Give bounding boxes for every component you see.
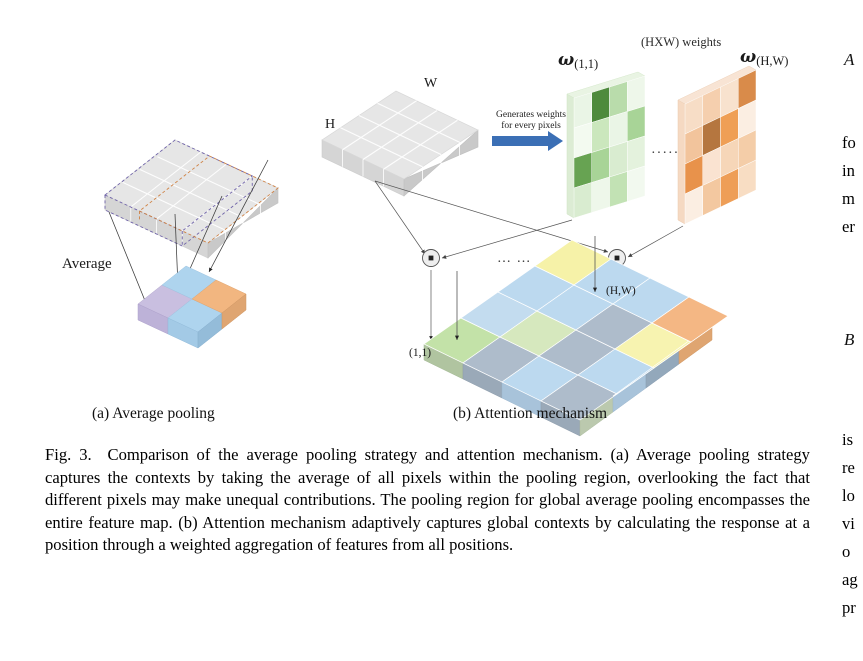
generates-weights-arrow (492, 131, 563, 151)
omega-first-label: ω(1,1) (558, 50, 599, 71)
column-line-b-2: re (842, 458, 855, 477)
omega-symbol-first: ω (558, 50, 575, 70)
column-line-b-4: vi (842, 514, 855, 533)
input-slab (104, 139, 279, 259)
column-line-b-1: is (842, 430, 854, 449)
column-heading-b: B (844, 330, 855, 349)
figure-vector-canvas (104, 65, 757, 437)
omega-subscript-last: (H,W) (756, 54, 789, 68)
subcaption-a: (a) Average pooling (92, 405, 215, 422)
green-weight-cells (573, 75, 646, 219)
average-pooling-diagram (104, 139, 279, 349)
adjacent-text-column: A fo in m er B is re lo vi o ag pr (840, 0, 863, 661)
dots-between-weight-maps: ····· (651, 146, 680, 161)
omega-symbol-last: ω (740, 47, 757, 67)
column-line-b-7: pr (842, 598, 856, 617)
attention-input-slab (321, 90, 479, 197)
average-label: Average (62, 256, 112, 272)
output-last-index-label: (H,W) (606, 285, 636, 297)
column-line-b-3: lo (842, 486, 855, 505)
weights-title-label: (HXW) weights (641, 35, 722, 49)
input-width-label: W (424, 76, 438, 91)
column-line-b-5: o (842, 542, 851, 561)
weight-map-green (566, 71, 646, 219)
generates-weights-label: Generates weights for every pixels (496, 110, 566, 132)
figure-caption: Fig. 3. Comparison of the average poolin… (45, 444, 810, 557)
average-output-slab (137, 265, 247, 349)
hadamard-operator-left (422, 249, 440, 267)
column-line-a-1: fo (842, 133, 856, 152)
dots-between-operators: … … (497, 251, 532, 266)
subcaption-b: (b) Attention mechanism (453, 405, 608, 422)
input-height-label: H (325, 117, 336, 132)
column-line-a-2: in (842, 161, 855, 180)
figure-3: Average H W Generates weights for every … (0, 0, 830, 437)
omega-last-label: ω(H,W) (740, 47, 789, 68)
caption-title: Comparison of the average pooling strate… (107, 445, 603, 464)
output-first-index-label: (1,1) (409, 347, 432, 359)
column-line-a-3: m (842, 189, 855, 208)
omega-subscript-first: (1,1) (574, 57, 599, 71)
column-line-b-6: ag (842, 570, 858, 589)
caption-figure-number: Fig. 3. (45, 445, 92, 464)
figure-page: Average H W Generates weights for every … (0, 0, 863, 661)
column-heading-a: A (844, 50, 855, 69)
weight-map-orange (677, 65, 757, 225)
column-line-a-4: er (842, 217, 855, 236)
